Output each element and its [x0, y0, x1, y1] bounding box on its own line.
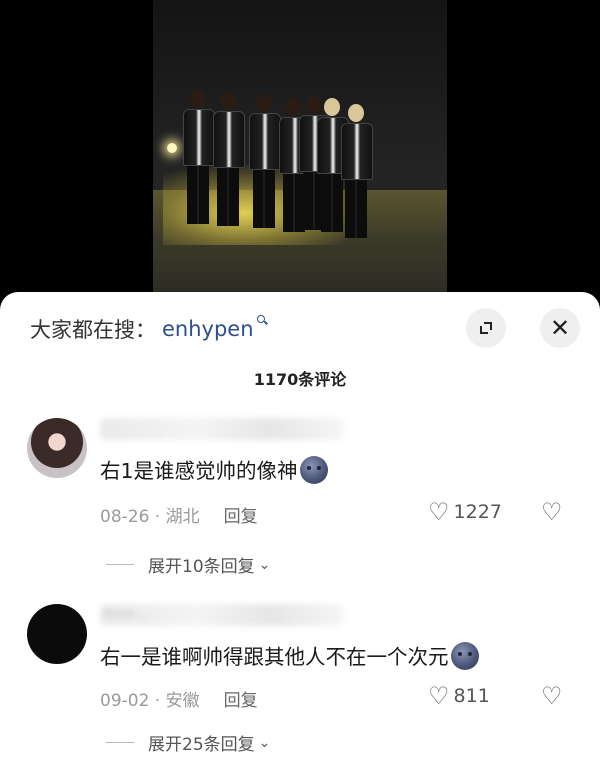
like-count: 811 — [453, 685, 490, 707]
avatar[interactable] — [27, 604, 87, 664]
expand-replies-button[interactable]: 展开10条回复 ⌄ — [106, 552, 270, 577]
chevron-down-icon: ⌄ — [258, 556, 271, 573]
close-icon: ✕ — [549, 314, 571, 342]
search-prefix: 大家都在搜： — [30, 318, 156, 342]
like-count: 1227 — [453, 501, 502, 523]
comment-body: 右一是谁啊帅得跟其他人不在一个次元 — [100, 645, 449, 669]
broken-heart-icon[interactable]: ♡ — [541, 684, 563, 708]
comment-count-title: 1170条评论 — [253, 370, 347, 389]
like-button[interactable]: ♡ 1227 — [428, 500, 502, 524]
comment-meta: 08-26 · 湖北 回复 — [100, 502, 258, 527]
username[interactable] — [100, 418, 344, 440]
moon-emoji-icon — [299, 456, 328, 484]
divider-line — [106, 742, 134, 743]
performer-figure — [341, 104, 373, 238]
divider-line — [106, 564, 134, 565]
performer-figure — [213, 92, 245, 226]
expand-icon — [480, 322, 492, 334]
heart-icon: ♡ — [428, 682, 450, 710]
spotlight — [167, 143, 177, 153]
close-button[interactable]: ✕ — [540, 308, 580, 348]
performer-figure — [183, 90, 215, 224]
reply-button[interactable]: 回复 — [224, 691, 258, 711]
heart-icon: ♡ — [428, 498, 450, 526]
comment-meta: 09-02 · 安徽 回复 — [100, 686, 258, 711]
like-button[interactable]: ♡ 811 — [428, 684, 490, 708]
performer-figure — [249, 94, 281, 228]
expand-button[interactable] — [466, 308, 506, 348]
search-icon — [256, 315, 269, 327]
comment-text: 右1是谁感觉帅的像神 — [100, 454, 328, 484]
moon-emoji-icon — [450, 642, 479, 670]
comment-sheet: 大家都在搜： enhypen ✕ 1170条评论 右1是谁感觉帅的像神 08-2… — [0, 292, 600, 760]
video-background — [0, 0, 600, 300]
expand-replies-label: 展开25条回复 — [148, 735, 255, 755]
expand-replies-button[interactable]: 展开25条回复 ⌄ — [106, 730, 270, 755]
comment-date-location: 09-02 · 安徽 — [100, 691, 200, 711]
comment-date-location: 08-26 · 湖北 — [100, 507, 200, 527]
chevron-down-icon: ⌄ — [258, 734, 271, 751]
search-term-link[interactable]: enhypen — [162, 317, 254, 341]
comment-body: 右1是谁感觉帅的像神 — [100, 459, 298, 483]
username[interactable]: ilove... — [100, 604, 344, 626]
expand-replies-label: 展开10条回复 — [148, 557, 255, 577]
comment-text: 右一是谁啊帅得跟其他人不在一个次元 — [100, 640, 479, 670]
avatar[interactable] — [27, 418, 87, 478]
trending-search[interactable]: 大家都在搜： enhypen — [30, 314, 269, 344]
reply-button[interactable]: 回复 — [224, 507, 258, 527]
video-thumbnail[interactable] — [153, 0, 447, 300]
broken-heart-icon[interactable]: ♡ — [541, 500, 563, 524]
